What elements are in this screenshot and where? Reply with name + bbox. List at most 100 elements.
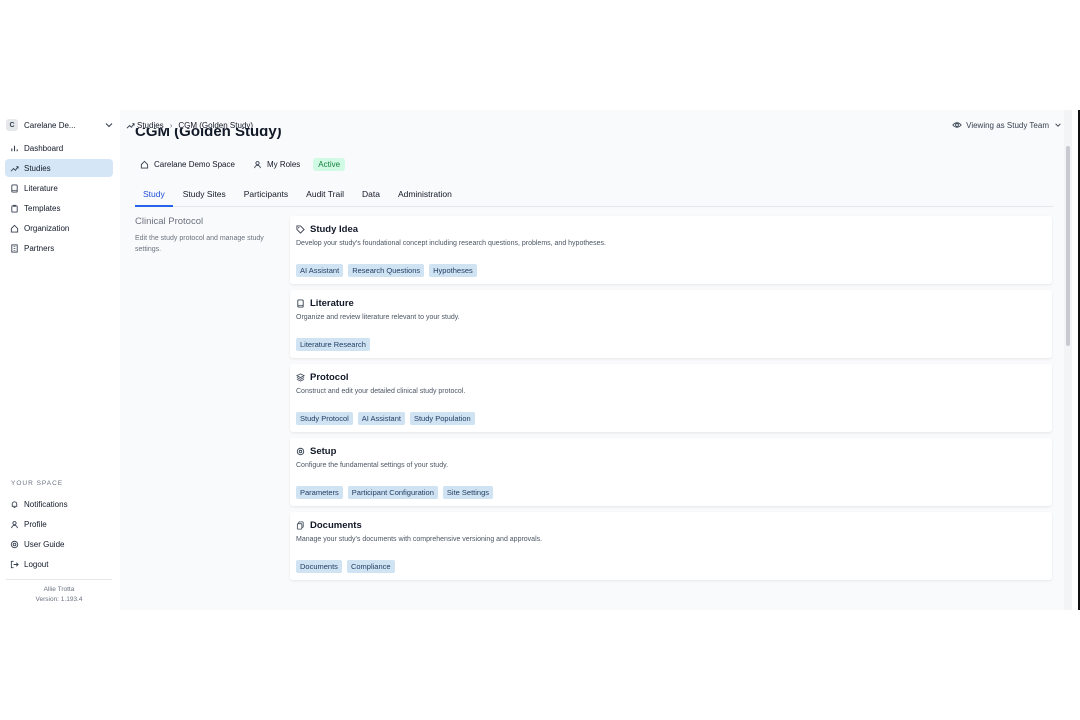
book-icon: [297, 298, 304, 308]
tab-bar: Study Study Sites Participants Audit Tra…: [135, 185, 1053, 207]
space-link[interactable]: Carelane Demo Space: [135, 158, 240, 171]
sidebar-item-label: Studies: [24, 163, 51, 173]
workspace-switcher[interactable]: C Carelane De...: [6, 117, 114, 133]
home-icon: [140, 160, 149, 169]
user-info: Allie Trotta Version: 1.193.4: [0, 585, 118, 605]
scrollbar-thumb[interactable]: [1066, 146, 1070, 346]
home-icon: [10, 224, 19, 233]
card-description: Organize and review literature relevant …: [296, 314, 460, 321]
tab-data[interactable]: Data: [354, 185, 388, 207]
sidebar-item-label: Logout: [24, 560, 49, 570]
section-description: Edit the study protocol and manage study…: [135, 235, 264, 253]
sidebar-item-label: Organization: [24, 224, 70, 234]
my-roles-button[interactable]: My Roles: [248, 158, 305, 171]
tag-literature-research[interactable]: Literature Research: [296, 338, 370, 351]
tab-audit-trail[interactable]: Audit Trail: [298, 185, 352, 207]
sidebar-item-label: Notifications: [24, 499, 68, 509]
space-name: Carelane Demo Space: [154, 159, 235, 169]
chart-bar-icon: [11, 145, 18, 151]
sidebar-item-logout[interactable]: Logout: [5, 556, 113, 574]
tag-ai-assistant[interactable]: AI Assistant: [357, 412, 405, 425]
documents-icon: [296, 520, 304, 530]
tab-study[interactable]: Study: [135, 185, 173, 207]
eye-icon: [952, 122, 962, 128]
sidebar-divider: [6, 579, 112, 580]
card-study-idea[interactable]: Study Idea Develop your study's foundati…: [290, 216, 1052, 284]
tag-ai-assistant[interactable]: AI Assistant: [296, 264, 344, 277]
card-description: Construct and edit your detailed clinica…: [296, 388, 466, 395]
main-content: Studies › CGM (Golden Study) Viewing as …: [120, 110, 1072, 610]
tag-documents[interactable]: Documents: [296, 560, 342, 573]
viewing-as-selector[interactable]: Viewing as Study Team: [952, 118, 1062, 132]
building-icon: [11, 244, 18, 253]
sidebar-item-studies[interactable]: Studies: [5, 159, 113, 178]
app-version: Version: 1.193.4: [35, 596, 83, 603]
tag-site-settings[interactable]: Site Settings: [442, 486, 494, 499]
card-setup[interactable]: Setup Configure the fundamental settings…: [290, 438, 1052, 506]
sidebar-item-literature[interactable]: Literature: [5, 179, 113, 197]
sidebar-item-templates[interactable]: Templates: [5, 200, 113, 218]
tag-hypotheses[interactable]: Hypotheses: [429, 264, 477, 277]
section-heading: Clinical Protocol: [135, 216, 204, 227]
bell-icon: [11, 500, 18, 508]
clipboard-icon: [11, 204, 18, 213]
tag-parameters[interactable]: Parameters: [296, 486, 343, 499]
tag-study-population[interactable]: Study Population: [409, 412, 475, 425]
space-nav: Notifications Profile User Guide Logout: [5, 495, 113, 576]
card-documents[interactable]: Documents Manage your study's documents …: [290, 512, 1052, 580]
card-protocol[interactable]: Protocol Construct and edit your detaile…: [290, 364, 1052, 432]
logout-icon: [10, 560, 19, 569]
sidebar-item-label: User Guide: [24, 539, 65, 549]
sidebar-item-partners[interactable]: Partners: [5, 240, 113, 258]
card-literature[interactable]: Literature Organize and review literatur…: [290, 290, 1052, 358]
roles-label: My Roles: [266, 159, 301, 169]
tab-participants[interactable]: Participants: [236, 185, 296, 207]
app-window: C Carelane De... Dashboard Studies Liter…: [0, 110, 1080, 610]
main-nav: Dashboard Studies Literature Templates O…: [5, 139, 113, 260]
tag-study-protocol[interactable]: Study Protocol: [296, 412, 353, 425]
study-meta: Carelane Demo Space My Roles Active: [135, 156, 346, 172]
status-badge: Active: [313, 157, 346, 171]
user-icon: [254, 160, 261, 168]
chevron-down-icon: [1055, 123, 1061, 127]
card-title: Literature: [310, 297, 354, 309]
layers-icon: [296, 372, 305, 382]
card-title: Protocol: [310, 371, 349, 383]
user-icon: [11, 520, 18, 528]
sidebar-item-label: Dashboard: [24, 143, 64, 153]
section-info: Clinical Protocol Edit the study protoco…: [135, 216, 285, 255]
viewing-label: Viewing as Study Team: [966, 120, 1049, 130]
card-title: Setup: [310, 445, 337, 457]
sidebar-item-notifications[interactable]: Notifications: [5, 495, 113, 513]
book-icon: [11, 184, 18, 193]
sidebar-item-label: Templates: [24, 204, 61, 214]
sidebar-item-label: Literature: [24, 183, 58, 193]
card-list: Study Idea Develop your study's foundati…: [290, 216, 1052, 586]
workspace-badge: C: [6, 119, 18, 131]
your-space-label: YOUR SPACE: [11, 480, 64, 487]
tag-research-questions[interactable]: Research Questions: [348, 264, 425, 277]
trending-up-icon: [10, 165, 19, 172]
card-description: Manage your study's documents with compr…: [296, 536, 543, 543]
gear-icon: [296, 447, 305, 455]
chevron-down-icon: [105, 123, 113, 128]
tab-administration[interactable]: Administration: [390, 185, 460, 207]
sidebar: C Carelane De... Dashboard Studies Liter…: [0, 110, 118, 610]
card-description: Configure the fundamental settings of yo…: [296, 462, 449, 469]
tag-participant-configuration[interactable]: Participant Configuration: [347, 486, 438, 499]
scrollbar[interactable]: [1064, 110, 1072, 610]
workspace-name: Carelane De...: [24, 120, 76, 130]
user-name: Allie Trotta: [43, 586, 75, 593]
sidebar-item-dashboard[interactable]: Dashboard: [5, 139, 113, 157]
card-title: Documents: [310, 519, 362, 531]
tab-study-sites[interactable]: Study Sites: [175, 185, 234, 207]
sidebar-item-organization[interactable]: Organization: [5, 220, 113, 238]
sidebar-item-label: Profile: [24, 519, 47, 529]
tag-icon: [296, 224, 305, 234]
tag-compliance[interactable]: Compliance: [346, 560, 395, 573]
lifebuoy-icon: [10, 540, 19, 549]
sidebar-item-profile[interactable]: Profile: [5, 515, 113, 533]
sidebar-item-user-guide[interactable]: User Guide: [5, 535, 113, 553]
card-title: Study Idea: [310, 223, 359, 235]
page-title: CGM (Golden Study): [135, 128, 282, 140]
